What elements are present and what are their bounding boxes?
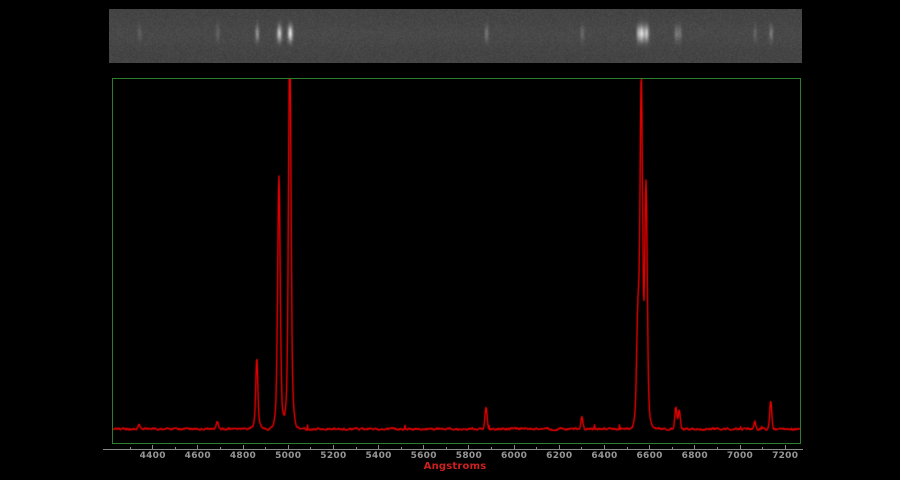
spectrum-viewer: 4400 4600 4800 5000 5200 5400 5600 5800 6000 6200… (0, 0, 900, 480)
x-minor-tick (445, 446, 447, 449)
x-major-tick (423, 445, 425, 449)
x-tick-label: 6000 (500, 451, 528, 461)
x-tick-label: 7000 (726, 451, 754, 461)
x-minor-tick (671, 446, 673, 449)
x-tick-label: 7200 (772, 451, 799, 461)
x-major-tick (197, 445, 199, 449)
x-major-tick (558, 445, 560, 449)
x-tick-label: 6800 (681, 451, 708, 461)
x-axis-line (103, 449, 803, 450)
x-major-tick (649, 445, 651, 449)
x-major-tick (694, 445, 696, 449)
x-minor-tick (310, 446, 312, 449)
x-major-tick (513, 445, 515, 449)
x-major-tick (468, 445, 470, 449)
x-major-tick (332, 445, 334, 449)
x-minor-tick (581, 446, 583, 449)
2d-spectrum-strip (109, 9, 802, 63)
x-tick-label: 5200 (320, 451, 347, 461)
spectrum-trace-canvas (113, 79, 800, 443)
x-tick-label: 4400 (139, 451, 166, 461)
x-axis-title: Angstroms (423, 461, 487, 472)
x-minor-tick (491, 446, 492, 449)
x-tick-label: 5600 (410, 451, 437, 461)
x-tick-label: 5400 (365, 451, 392, 461)
x-major-tick (152, 445, 154, 449)
x-tick-label: 5000 (275, 451, 302, 461)
x-tick-label: 5800 (455, 451, 483, 461)
x-minor-tick (265, 446, 267, 449)
x-tick-label: 6200 (546, 451, 573, 461)
x-tick-label: 4800 (229, 451, 257, 461)
x-tick-label: 6600 (636, 451, 663, 461)
x-minor-tick (219, 446, 221, 449)
x-minor-tick (536, 446, 538, 449)
x-major-tick (378, 445, 380, 449)
x-minor-tick (762, 446, 764, 449)
x-minor-tick (129, 446, 131, 449)
x-major-tick (242, 445, 244, 449)
x-minor-tick (626, 446, 628, 449)
x-major-tick (784, 445, 786, 449)
x-minor-tick (174, 446, 176, 449)
x-tick-label: 4600 (184, 451, 211, 461)
spectrum-plot-frame (112, 78, 801, 444)
x-minor-tick (355, 446, 357, 449)
x-major-tick (739, 445, 741, 449)
x-minor-tick (716, 446, 718, 449)
x-tick-label: 6400 (591, 451, 618, 461)
x-minor-tick (400, 446, 402, 449)
x-major-tick (287, 445, 289, 449)
x-major-tick (604, 445, 605, 449)
